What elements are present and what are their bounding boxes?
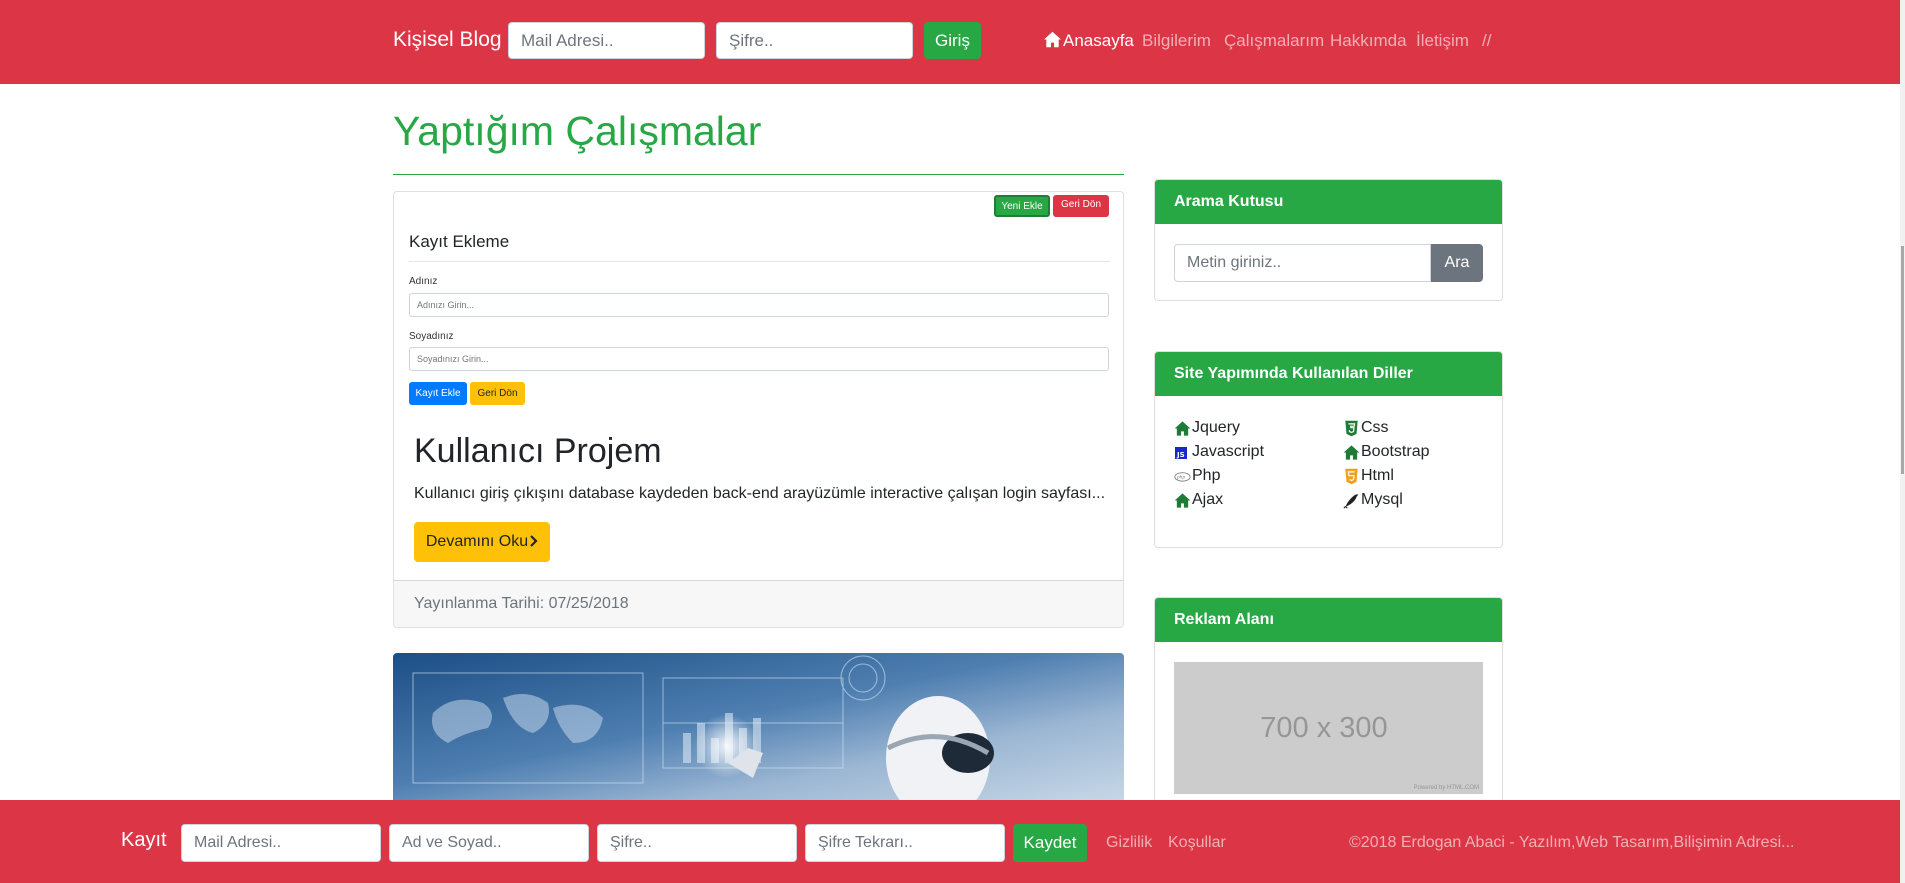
languages-card-title: Site Yapımında Kullanılan Diller <box>1155 352 1502 396</box>
robot-hologram-image <box>393 653 1124 801</box>
nav-extra[interactable]: // <box>1482 31 1491 53</box>
lang-label: Php <box>1192 467 1221 484</box>
footer-link-privacy[interactable]: Gizlilik <box>1106 834 1152 852</box>
lang-item-javascript: JS Javascript <box>1174 443 1264 461</box>
post-card-2-image[interactable] <box>393 653 1124 801</box>
register-save-button[interactable]: Kaydet <box>1013 824 1087 862</box>
scrollbar-thumb[interactable] <box>1901 246 1904 474</box>
thumb-new-button: Yeni Ekle <box>994 195 1050 217</box>
lang-item-css: Css <box>1343 419 1389 437</box>
page-title: Yaptığım Çalışmalar <box>393 108 762 154</box>
register-password-repeat-input[interactable] <box>805 824 1005 862</box>
lang-label: Html <box>1361 467 1394 484</box>
post-date: Yayınlanma Tarihi: 07/25/2018 <box>414 595 629 612</box>
thumb-name-input: Adınızı Girin... <box>409 293 1109 317</box>
read-more-label: Devamını Oku <box>425 533 529 550</box>
search-card-title: Arama Kutusu <box>1155 180 1502 224</box>
login-password-input[interactable] <box>716 22 913 59</box>
post-title: Kullanıcı Projem <box>414 432 662 470</box>
dolphin-icon <box>1343 493 1359 509</box>
lang-item-mysql: Mysql <box>1343 491 1403 509</box>
brand-logo[interactable]: Kişisel Blog <box>393 28 502 52</box>
chevron-right-icon <box>530 535 538 547</box>
nav-home[interactable]: Anasayfa <box>1043 31 1134 53</box>
register-password-input[interactable] <box>597 824 797 862</box>
lang-label: Css <box>1361 419 1389 436</box>
lang-label: Mysql <box>1361 491 1403 508</box>
html5-icon <box>1345 468 1358 484</box>
login-email-input[interactable] <box>508 22 705 59</box>
ad-size-text: 700 x 300 <box>1260 712 1388 744</box>
lang-item-php: php Php <box>1174 467 1220 485</box>
nav-iletisim[interactable]: İletişim <box>1416 31 1469 53</box>
nav-home-label: Anasayfa <box>1063 31 1134 50</box>
home-icon <box>1343 444 1360 460</box>
lang-label: Bootstrap <box>1361 443 1430 460</box>
ad-card: Reklam Alanı 700 x 300 Powered by HTML.C… <box>1154 597 1503 803</box>
read-more-button[interactable]: Devamını Oku <box>414 522 550 562</box>
post-excerpt: Kullanıcı giriş çıkışını database kayded… <box>414 485 1106 502</box>
lang-label: Ajax <box>1192 491 1224 508</box>
thumb-divider <box>409 261 1110 262</box>
login-button[interactable]: Giriş <box>924 22 981 59</box>
thumb-add-button: Kayıt Ekle <box>409 382 467 405</box>
lang-item-jquery: Jquery <box>1174 419 1240 437</box>
home-icon <box>1044 31 1061 48</box>
ad-card-title: Reklam Alanı <box>1155 598 1502 642</box>
thumb-back-button-2: Geri Dön <box>470 382 525 405</box>
post-card: Yeni Ekle Geri Dön Kayıt Ekleme Adınız A… <box>393 191 1124 628</box>
sidebar-search-input[interactable] <box>1174 244 1431 282</box>
sidebar-search-button[interactable]: Ara <box>1431 244 1483 282</box>
languages-card: Site Yapımında Kullanılan Diller Jquery … <box>1154 351 1503 548</box>
ad-credit: Powered by HTML.COM <box>1413 785 1479 791</box>
nav-calismalarim[interactable]: Çalışmalarım <box>1224 31 1324 53</box>
title-divider <box>393 174 1124 175</box>
lang-item-ajax: Ajax <box>1174 491 1223 509</box>
lang-label: Jquery <box>1192 419 1241 436</box>
lang-label: Javascript <box>1192 443 1265 460</box>
register-name-input[interactable] <box>389 824 589 862</box>
thumb-surname-input: Soyadınızı Girin... <box>409 347 1109 371</box>
home-icon <box>1174 492 1191 508</box>
nav-hakkimda[interactable]: Hakkımda <box>1330 31 1407 53</box>
svg-text:JS: JS <box>1176 451 1185 459</box>
post-thumbnail-image[interactable]: Yeni Ekle Geri Dön Kayıt Ekleme Adınız A… <box>394 192 1123 412</box>
nav-bilgilerim[interactable]: Bilgilerim <box>1142 31 1211 53</box>
search-card: Arama Kutusu Ara <box>1154 179 1503 301</box>
css3-icon <box>1345 420 1358 436</box>
php-icon: php <box>1174 471 1191 482</box>
thumb-form-title: Kayıt Ekleme <box>409 232 510 251</box>
svg-text:php: php <box>1176 474 1185 480</box>
footer-copyright: ©2018 Erdogan Abaci - Yazılım,Web Tasarı… <box>1349 834 1795 851</box>
thumb-name-label: Adınız <box>409 276 438 287</box>
footer-link-terms[interactable]: Koşullar <box>1168 834 1226 852</box>
lang-item-html: Html <box>1343 467 1394 485</box>
js-icon: JS <box>1175 446 1187 459</box>
home-icon <box>1174 420 1191 436</box>
thumb-surname-label: Soyadınız <box>409 331 454 342</box>
lang-item-bootstrap: Bootstrap <box>1343 443 1429 461</box>
post-footer: Yayınlanma Tarihi: 07/25/2018 <box>394 580 1123 627</box>
footer-brand[interactable]: Kayıt <box>121 829 167 852</box>
register-email-input[interactable] <box>181 824 381 862</box>
ad-placeholder-image[interactable]: 700 x 300 Powered by HTML.COM <box>1174 662 1483 794</box>
thumb-back-button: Geri Dön <box>1053 195 1109 217</box>
